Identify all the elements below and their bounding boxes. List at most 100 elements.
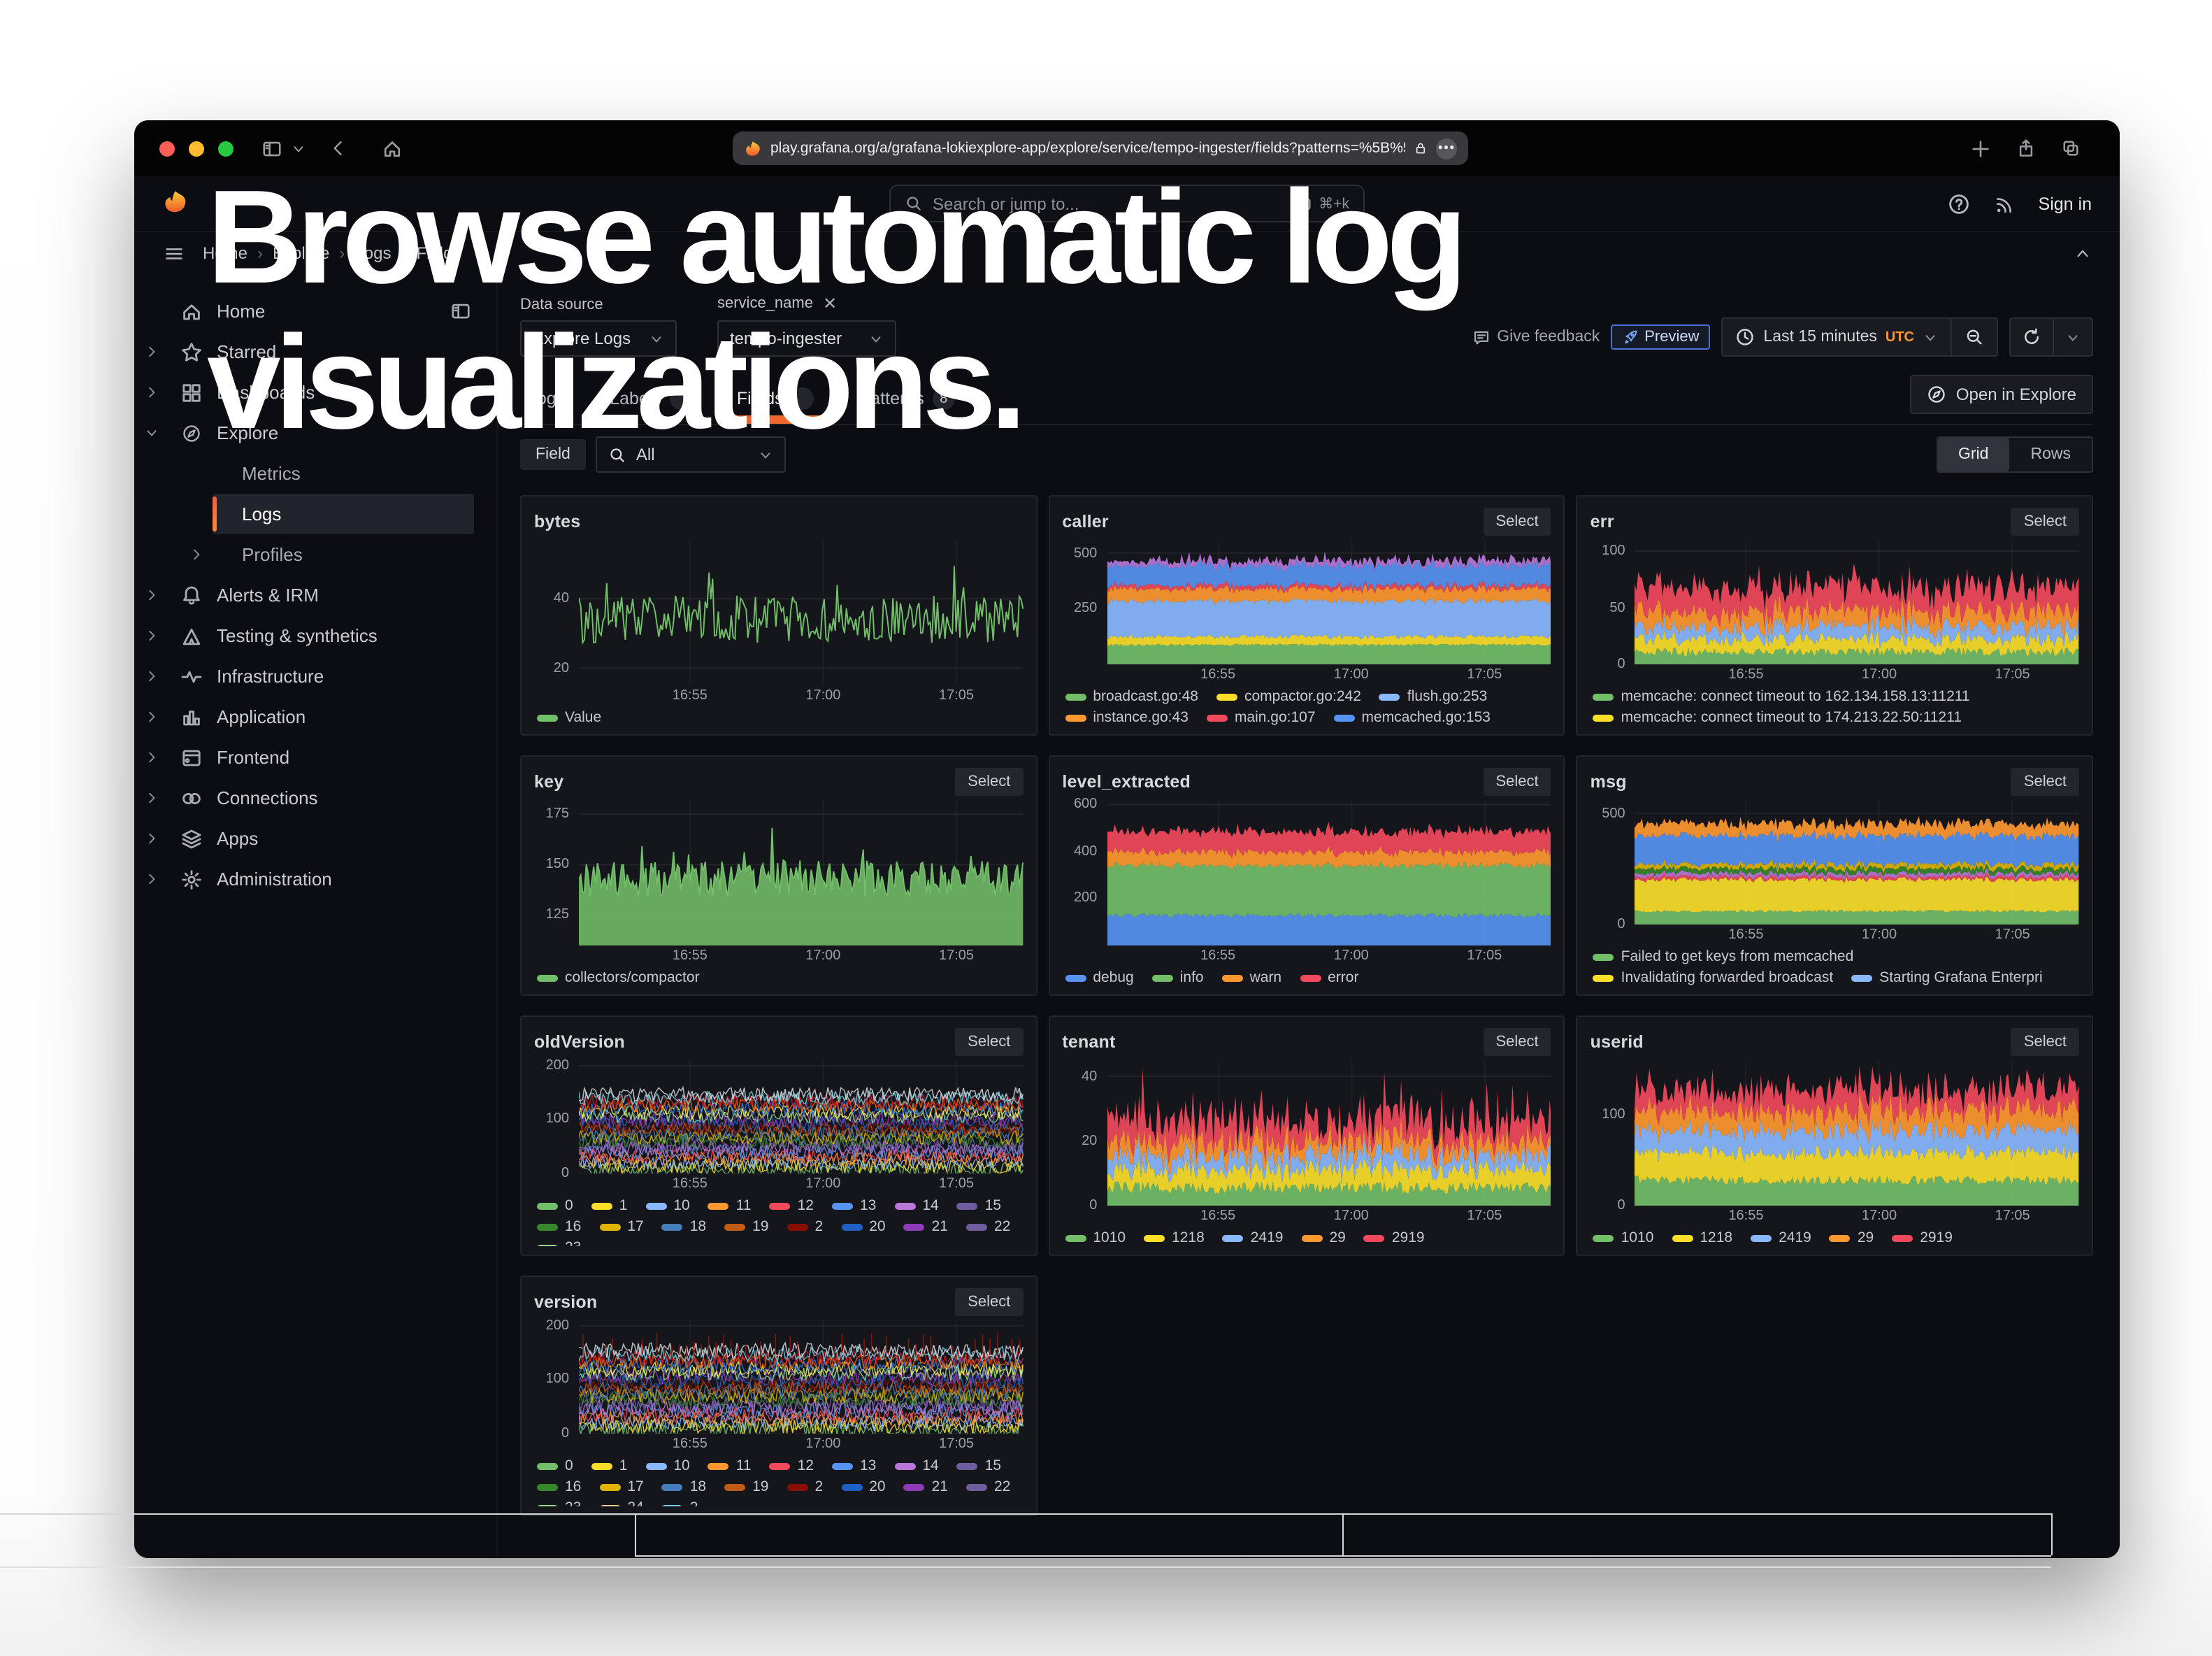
legend-item[interactable]: 1218 xyxy=(1672,1229,1732,1246)
legend-item[interactable]: 20 xyxy=(841,1218,885,1235)
legend-item[interactable]: 18 xyxy=(662,1218,706,1235)
legend-item[interactable]: 21 xyxy=(904,1218,948,1235)
legend-item[interactable]: 18 xyxy=(662,1478,706,1495)
legend-item[interactable]: 15 xyxy=(957,1457,1001,1474)
legend-item[interactable]: 15 xyxy=(957,1197,1001,1214)
legend-item[interactable]: 13 xyxy=(832,1197,876,1214)
legend-item[interactable]: 22 xyxy=(966,1218,1010,1235)
legend-item[interactable]: 2419 xyxy=(1751,1229,1811,1246)
legend-item[interactable]: 14 xyxy=(894,1457,938,1474)
zoom-out-button[interactable] xyxy=(1951,319,1997,355)
menu-icon[interactable] xyxy=(164,243,185,264)
share-icon[interactable] xyxy=(2016,138,2036,158)
legend-item[interactable]: flush.go:253 xyxy=(1379,688,1487,705)
legend-item[interactable]: compactor.go:242 xyxy=(1216,688,1361,705)
legend-item[interactable]: 21 xyxy=(904,1478,948,1495)
sign-in-link[interactable]: Sign in xyxy=(2039,194,2092,214)
view-toggle-grid[interactable]: Grid xyxy=(1937,438,2009,471)
legend-item[interactable]: 12 xyxy=(770,1457,814,1474)
select-button[interactable]: Select xyxy=(2011,768,2079,796)
legend-item[interactable]: 2 xyxy=(787,1218,824,1235)
back-icon[interactable] xyxy=(329,138,348,158)
legend-item[interactable]: 12 xyxy=(770,1197,814,1214)
legend-item[interactable]: 10 xyxy=(645,1457,689,1474)
legend-item[interactable]: 2919 xyxy=(1892,1229,1953,1246)
legend-item[interactable]: collectors/compactor xyxy=(537,969,700,986)
legend-item[interactable]: memcache: connect timeout to 162.134.158… xyxy=(1593,688,1970,705)
select-button[interactable]: Select xyxy=(1484,1028,1551,1056)
select-button[interactable]: Select xyxy=(1484,508,1551,536)
new-tab-icon[interactable] xyxy=(1970,138,1991,159)
legend-item[interactable]: memcache: connect timeout to 174.213.22.… xyxy=(1593,709,1962,726)
tabs-overview-icon[interactable] xyxy=(2061,138,2081,158)
open-in-explore-button[interactable]: Open in Explore xyxy=(1910,375,2093,414)
sidebar-item-profiles[interactable]: Profiles xyxy=(213,534,485,575)
legend-item[interactable]: Failed to get keys from memcached xyxy=(1593,948,1854,965)
legend-item[interactable]: 0 xyxy=(537,1457,573,1474)
sidebar-item-metrics[interactable]: Metrics xyxy=(213,453,485,494)
legend-item[interactable]: 29 xyxy=(1301,1229,1345,1246)
help-icon[interactable] xyxy=(1948,193,1970,215)
legend-item[interactable]: 14 xyxy=(894,1197,938,1214)
legend-item[interactable]: 1218 xyxy=(1144,1229,1205,1246)
select-button[interactable]: Select xyxy=(955,1028,1023,1056)
url-bar[interactable]: play.grafana.org/a/grafana-lokiexplore-a… xyxy=(733,131,1468,165)
select-button[interactable]: Select xyxy=(2011,1028,2079,1056)
legend-item[interactable]: broadcast.go:48 xyxy=(1065,688,1198,705)
more-icon[interactable]: ●●● xyxy=(1436,138,1457,159)
zoom-window-button[interactable] xyxy=(218,141,234,156)
legend-item[interactable]: 11 xyxy=(708,1197,752,1214)
legend-item[interactable]: 23 xyxy=(537,1239,581,1246)
select-button[interactable]: Select xyxy=(955,768,1023,796)
news-icon[interactable] xyxy=(1994,194,2015,215)
legend-item[interactable]: 19 xyxy=(724,1218,768,1235)
legend-item[interactable]: error xyxy=(1300,969,1358,986)
legend-item[interactable]: Value xyxy=(537,709,601,726)
legend-item[interactable]: 2 xyxy=(787,1478,824,1495)
legend-item[interactable]: 24 xyxy=(599,1499,643,1506)
legend-item[interactable]: Invalidating forwarded broadcast xyxy=(1593,969,1834,986)
legend-item[interactable]: 2419 xyxy=(1223,1229,1284,1246)
legend-item[interactable]: 19 xyxy=(724,1478,768,1495)
view-toggle-rows[interactable]: Rows xyxy=(2009,438,2092,471)
browser-home-icon[interactable] xyxy=(382,138,403,159)
sidebar-item-connections[interactable]: Connections xyxy=(134,778,485,818)
legend-item[interactable]: 16 xyxy=(537,1478,581,1495)
sidebar-item-infrastructure[interactable]: Infrastructure xyxy=(134,656,485,697)
legend-item[interactable]: info xyxy=(1152,969,1204,986)
legend-item[interactable]: 1 xyxy=(591,1197,628,1214)
legend-item[interactable]: 29 xyxy=(1830,1229,1874,1246)
chevron-up-icon[interactable] xyxy=(2074,244,2092,262)
legend-item[interactable]: 0 xyxy=(537,1197,573,1214)
sidebar-item-frontend[interactable]: Frontend xyxy=(134,737,485,778)
sidebar-item-apps[interactable]: Apps xyxy=(134,818,485,859)
select-button[interactable]: Select xyxy=(2011,508,2079,536)
legend-item[interactable]: warn xyxy=(1222,969,1282,986)
sidebar-item-alerts-irm[interactable]: Alerts & IRM xyxy=(134,575,485,615)
legend-item[interactable]: 1010 xyxy=(1065,1229,1126,1246)
legend-item[interactable]: instance.go:43 xyxy=(1065,709,1188,726)
legend-item[interactable]: memcached.go:153 xyxy=(1334,709,1491,726)
minimize-window-button[interactable] xyxy=(189,141,204,156)
refresh-interval-button[interactable] xyxy=(2053,319,2092,355)
legend-item[interactable]: 17 xyxy=(599,1218,643,1235)
legend-item[interactable]: 2 xyxy=(662,1499,698,1506)
sidebar-toggle-icon[interactable] xyxy=(261,138,282,159)
legend-item[interactable]: 1010 xyxy=(1593,1229,1654,1246)
legend-item[interactable]: 16 xyxy=(537,1218,581,1235)
legend-item[interactable]: Starting Grafana Enterpri xyxy=(1851,969,2042,986)
select-button[interactable]: Select xyxy=(1484,768,1551,796)
legend-item[interactable]: 11 xyxy=(708,1457,752,1474)
legend-item[interactable]: 2919 xyxy=(1364,1229,1425,1246)
grafana-logo[interactable] xyxy=(162,188,189,219)
sidebar-item-logs[interactable]: Logs xyxy=(213,494,474,534)
sidebar-item-testing-synthetics[interactable]: Testing & synthetics xyxy=(134,615,485,656)
sidebar-item-application[interactable]: Application xyxy=(134,697,485,737)
legend-item[interactable]: 22 xyxy=(966,1478,1010,1495)
close-window-button[interactable] xyxy=(159,141,175,156)
legend-item[interactable]: debug xyxy=(1065,969,1133,986)
legend-item[interactable]: 23 xyxy=(537,1499,581,1506)
chevron-down-icon[interactable] xyxy=(291,141,306,156)
give-feedback-link[interactable]: Give feedback xyxy=(1472,328,1600,346)
legend-item[interactable]: 13 xyxy=(832,1457,876,1474)
